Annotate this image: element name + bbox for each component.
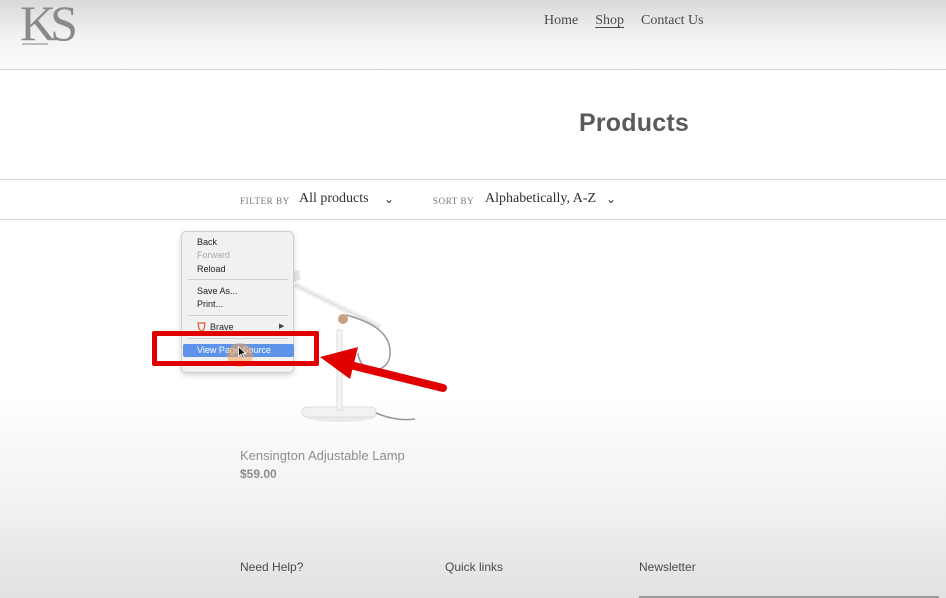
main-nav: Home Shop Contact Us bbox=[544, 13, 704, 29]
filter-select[interactable]: All products bbox=[299, 191, 369, 207]
svg-text:KS: KS bbox=[20, 0, 75, 50]
header-background bbox=[0, 0, 946, 70]
context-menu-forward[interactable]: Forward bbox=[197, 249, 230, 261]
sort-label: SORT BY bbox=[433, 196, 475, 206]
footer-need-help-heading: Need Help? bbox=[240, 560, 304, 574]
annotation-arrow-icon bbox=[320, 347, 447, 392]
product-title[interactable]: Kensington Adjustable Lamp bbox=[240, 448, 405, 463]
annotation-highlight-box bbox=[152, 331, 319, 366]
footer-quick-links-heading: Quick links bbox=[445, 560, 504, 574]
menu-divider bbox=[188, 315, 288, 316]
filter-label: FILTER BY bbox=[240, 196, 290, 206]
submenu-arrow-icon: ▶ bbox=[279, 323, 285, 330]
context-menu-reload[interactable]: Reload bbox=[197, 263, 226, 275]
store-logo[interactable]: KS bbox=[18, 0, 82, 50]
page-title: Products bbox=[579, 109, 689, 137]
nav-contact-link[interactable]: Contact Us bbox=[641, 13, 704, 29]
site-footer: Need Help? Quick links Newsletter bbox=[0, 528, 946, 598]
header-divider bbox=[0, 69, 946, 70]
menu-divider bbox=[188, 279, 288, 280]
nav-shop-link[interactable]: Shop bbox=[595, 13, 624, 29]
context-menu-back[interactable]: Back bbox=[197, 236, 217, 248]
sort-select[interactable]: Alphabetically, A-Z bbox=[485, 191, 596, 207]
nav-home-link[interactable]: Home bbox=[544, 13, 578, 29]
background-fade bbox=[0, 400, 946, 528]
context-menu-print[interactable]: Print... bbox=[197, 298, 223, 310]
chevron-down-icon[interactable]: ⌄ bbox=[384, 192, 394, 207]
product-price: $59.00 bbox=[240, 467, 277, 481]
filter-bar: FILTER BY All products ⌄ SORT BY Alphabe… bbox=[0, 179, 946, 220]
context-menu-save-as[interactable]: Save As... bbox=[197, 285, 238, 297]
chevron-down-icon[interactable]: ⌄ bbox=[606, 192, 616, 207]
footer-newsletter-heading: Newsletter bbox=[639, 560, 696, 574]
